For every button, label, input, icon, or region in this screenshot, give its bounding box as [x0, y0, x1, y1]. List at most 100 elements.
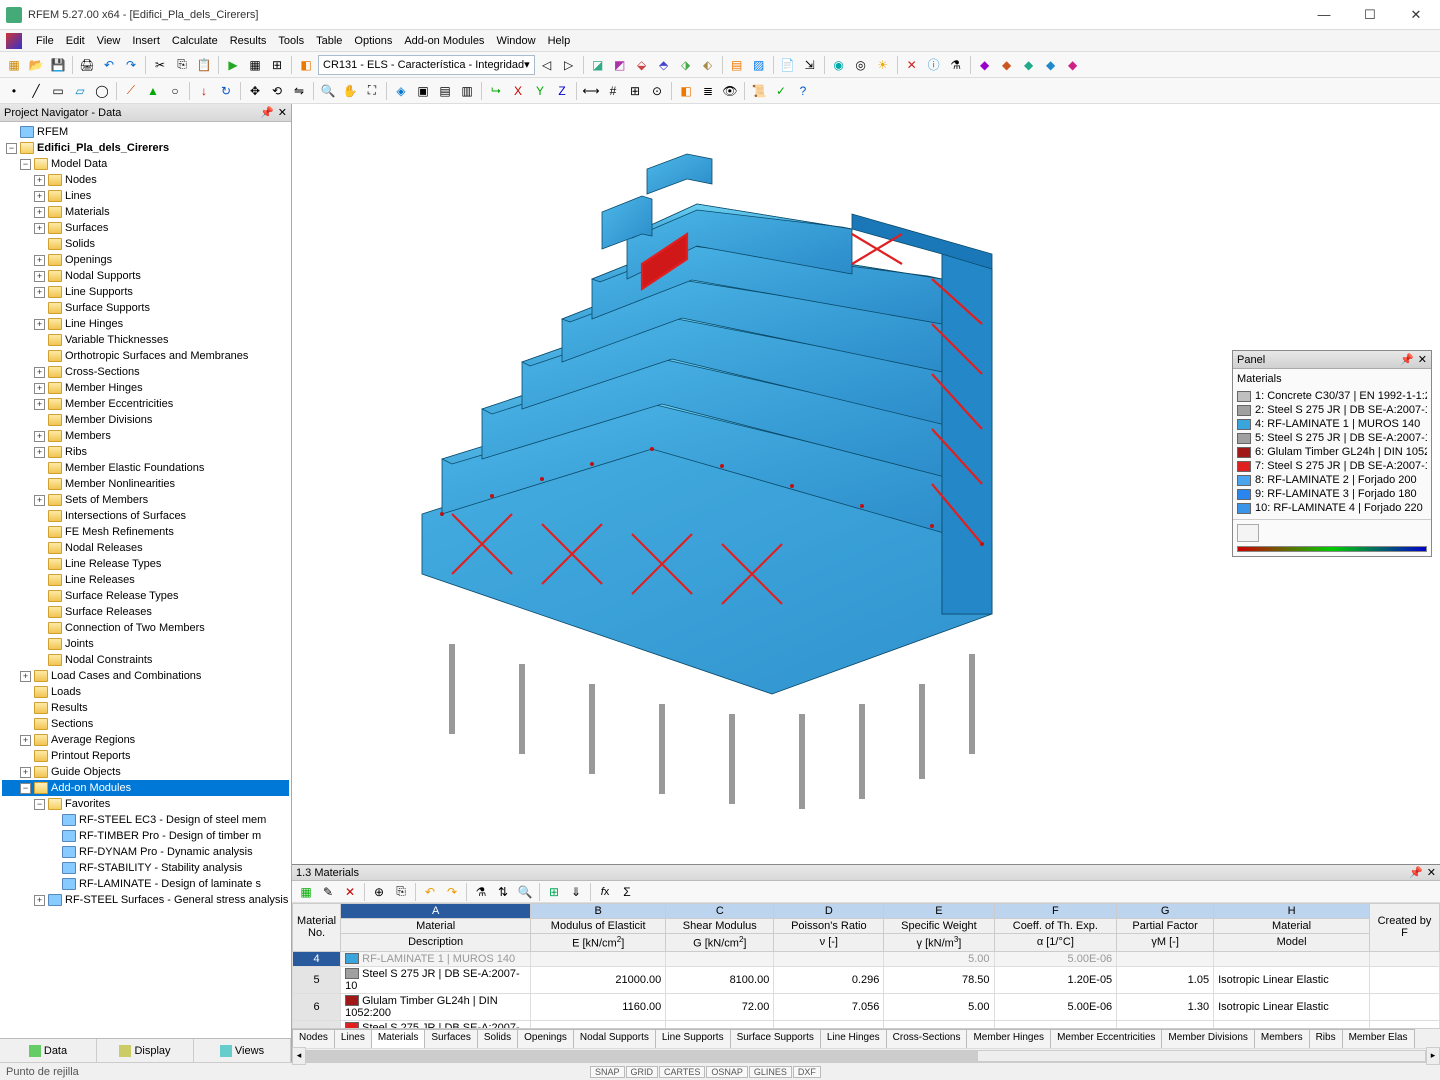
- bpt-insert-icon[interactable]: ⊕: [369, 882, 389, 902]
- tb2-rect-icon[interactable]: ▭: [48, 81, 68, 101]
- table-tab-solids[interactable]: Solids: [477, 1029, 518, 1048]
- tree-rf-steel-surfaces-general-stre[interactable]: +RF-STEEL Surfaces - General stress anal…: [2, 892, 289, 908]
- tree-nodal-constraints[interactable]: Nodal Constraints: [2, 652, 289, 668]
- tb2-show-icon[interactable]: 👁: [720, 81, 740, 101]
- tree-fe-mesh-refinements[interactable]: FE Mesh Refinements: [2, 524, 289, 540]
- tree-member-elastic-foundations[interactable]: Member Elastic Foundations: [2, 460, 289, 476]
- navigator-tree[interactable]: RFEM−Edifici_Pla_dels_Cirerers−Model Dat…: [0, 122, 291, 1038]
- panel-tool-1[interactable]: [1237, 524, 1259, 542]
- tb2-fit-icon[interactable]: ⛶: [362, 81, 382, 101]
- tree-nodal-supports[interactable]: +Nodal Supports: [2, 268, 289, 284]
- tb2-layer-icon[interactable]: ≣: [698, 81, 718, 101]
- tree-member-hinges[interactable]: +Member Hinges: [2, 380, 289, 396]
- nav-tab-display[interactable]: Display: [97, 1039, 194, 1062]
- table-tab-member-elas[interactable]: Member Elas: [1342, 1029, 1415, 1048]
- tb2-grid-icon[interactable]: ⊞: [625, 81, 645, 101]
- hscroll-right-icon[interactable]: ▸: [1426, 1047, 1440, 1065]
- bpt-copy-icon[interactable]: ⎘: [391, 882, 411, 902]
- tb-addon-2-icon[interactable]: ◆: [997, 55, 1017, 75]
- tb2-script-icon[interactable]: 📜: [749, 81, 769, 101]
- tree-nodal-releases[interactable]: Nodal Releases: [2, 540, 289, 556]
- bpt-fx-icon[interactable]: fx: [595, 882, 615, 902]
- tree-average-regions[interactable]: +Average Regions: [2, 732, 289, 748]
- bpt-import-icon[interactable]: ⇓: [566, 882, 586, 902]
- bpt-edit-icon[interactable]: ✎: [318, 882, 338, 902]
- tb-save-icon[interactable]: 💾: [48, 55, 68, 75]
- tree-line-release-types[interactable]: Line Release Types: [2, 556, 289, 572]
- hscroll-thumb[interactable]: [307, 1051, 978, 1061]
- tb2-circle-icon[interactable]: ◯: [92, 81, 112, 101]
- table-tab-line-supports[interactable]: Line Supports: [655, 1029, 731, 1048]
- tree-surfaces[interactable]: +Surfaces: [2, 220, 289, 236]
- material-legend-item[interactable]: 1: Concrete C30/37 | EN 1992-1-1:200: [1237, 389, 1427, 403]
- app-menu-icon[interactable]: [6, 33, 22, 49]
- tb-measure-icon[interactable]: ✕: [902, 55, 922, 75]
- materials-table[interactable]: MaterialNo.ABCDEFGHCreated by FMaterialM…: [292, 903, 1440, 1028]
- tree-printout-reports[interactable]: Printout Reports: [2, 748, 289, 764]
- tree-lines[interactable]: +Lines: [2, 188, 289, 204]
- tb2-move-icon[interactable]: ✥: [245, 81, 265, 101]
- tb2-help-icon[interactable]: ?: [793, 81, 813, 101]
- table-tab-materials[interactable]: Materials: [371, 1029, 426, 1048]
- tree-line-supports[interactable]: +Line Supports: [2, 284, 289, 300]
- table-tab-ribs[interactable]: Ribs: [1309, 1029, 1343, 1048]
- status-grid[interactable]: GRID: [626, 1066, 659, 1078]
- tb2-surf-icon[interactable]: ▱: [70, 81, 90, 101]
- bpt-new-icon[interactable]: ▦: [296, 882, 316, 902]
- panel-pin-icon[interactable]: 📌: [1400, 353, 1414, 366]
- tb2-node-icon[interactable]: •: [4, 81, 24, 101]
- tb2-axis-z-icon[interactable]: Z: [552, 81, 572, 101]
- tb2-num-icon[interactable]: #: [603, 81, 623, 101]
- tb-wire-icon[interactable]: ◎: [851, 55, 871, 75]
- tb2-support-icon[interactable]: ▲: [143, 81, 163, 101]
- tb-paste-icon[interactable]: 📋: [194, 55, 214, 75]
- tree-line-hinges[interactable]: +Line Hinges: [2, 316, 289, 332]
- tb-addon-4-icon[interactable]: ◆: [1041, 55, 1061, 75]
- tb-addon-1-icon[interactable]: ◆: [975, 55, 995, 75]
- tb2-dim-icon[interactable]: ⟷: [581, 81, 601, 101]
- table-tab-surface-supports[interactable]: Surface Supports: [730, 1029, 821, 1048]
- material-legend-item[interactable]: 2: Steel S 275 JR | DB SE-A:2007-10: [1237, 403, 1427, 417]
- status-snap[interactable]: SNAP: [590, 1066, 625, 1078]
- tree-load-cases-and-combinations[interactable]: +Load Cases and Combinations: [2, 668, 289, 684]
- tb2-pan-icon[interactable]: ✋: [340, 81, 360, 101]
- tb-cut-icon[interactable]: ✂: [150, 55, 170, 75]
- bpt-sigma-icon[interactable]: Σ: [617, 882, 637, 902]
- table-tab-line-hinges[interactable]: Line Hinges: [820, 1029, 887, 1048]
- tb2-front-icon[interactable]: ▣: [413, 81, 433, 101]
- table-tab-cross-sections[interactable]: Cross-Sections: [886, 1029, 968, 1048]
- table-close-icon[interactable]: ✕: [1427, 866, 1436, 879]
- tb-model-icon[interactable]: ◧: [296, 55, 316, 75]
- navigator-close-icon[interactable]: ✕: [278, 106, 287, 119]
- table-tab-member-hinges[interactable]: Member Hinges: [966, 1029, 1051, 1048]
- tb2-mirror-icon[interactable]: ⇋: [289, 81, 309, 101]
- tb-table-icon[interactable]: ▦: [245, 55, 265, 75]
- tb-undo-icon[interactable]: ↶: [99, 55, 119, 75]
- tree-variable-thicknesses[interactable]: Variable Thicknesses: [2, 332, 289, 348]
- tree-edifici-pla-dels-cirerers[interactable]: −Edifici_Pla_dels_Cirerers: [2, 140, 289, 156]
- hscroll-left-icon[interactable]: ◂: [292, 1047, 306, 1065]
- tree-member-nonlinearities[interactable]: Member Nonlinearities: [2, 476, 289, 492]
- tree-rf-dynam-pro-dynamic-analysis[interactable]: RF-DYNAM Pro - Dynamic analysis: [2, 844, 289, 860]
- tb2-zoom-icon[interactable]: 🔍: [318, 81, 338, 101]
- maximize-button[interactable]: ☐: [1356, 7, 1384, 23]
- tree-connection-of-two-members[interactable]: Connection of Two Members: [2, 620, 289, 636]
- tb2-load-icon[interactable]: ↓: [194, 81, 214, 101]
- tree-intersections-of-surfaces[interactable]: Intersections of Surfaces: [2, 508, 289, 524]
- tree-rf-steel-ec3-design-of-steel-m[interactable]: RF-STEEL EC3 - Design of steel mem: [2, 812, 289, 828]
- menu-help[interactable]: Help: [542, 33, 577, 49]
- tree-guide-objects[interactable]: +Guide Objects: [2, 764, 289, 780]
- tb-report-icon[interactable]: 📄: [778, 55, 798, 75]
- load-combo-dropdown[interactable]: CR131 - ELS - Característica - Integrida…: [318, 55, 535, 75]
- table-pin-icon[interactable]: 📌: [1409, 866, 1423, 879]
- tree-model-data[interactable]: −Model Data: [2, 156, 289, 172]
- tb-section-icon[interactable]: ▤: [727, 55, 747, 75]
- tree-orthotropic-surfaces-and-membr[interactable]: Orthotropic Surfaces and Membranes: [2, 348, 289, 364]
- nav-tab-data[interactable]: Data: [0, 1039, 97, 1062]
- tb-results-5-icon[interactable]: ⬗: [676, 55, 696, 75]
- tb-open-icon[interactable]: 📂: [26, 55, 46, 75]
- tree-results[interactable]: Results: [2, 700, 289, 716]
- tree-member-divisions[interactable]: Member Divisions: [2, 412, 289, 428]
- tree-ribs[interactable]: +Ribs: [2, 444, 289, 460]
- tb-filter-icon[interactable]: ⚗: [946, 55, 966, 75]
